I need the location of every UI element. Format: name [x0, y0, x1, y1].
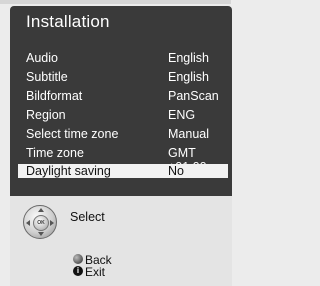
select-hint: Select: [70, 210, 105, 224]
menu-row-label: Daylight saving: [26, 164, 111, 178]
top-tab-strip: [0, 0, 231, 4]
menu-row-label: Subtitle: [26, 70, 68, 84]
menu-row-label: Select time zone: [26, 127, 119, 141]
ok-button-icon: OK: [33, 215, 49, 231]
menu-row-daylight-saving[interactable]: Daylight saving No: [18, 164, 228, 178]
menu-row-audio[interactable]: Audio English: [18, 50, 228, 68]
menu-row-region[interactable]: Region ENG: [18, 107, 228, 125]
menu-row-label: Time zone: [26, 146, 84, 160]
menu-title: Installation: [26, 12, 110, 31]
menu-row-label: Region: [26, 108, 66, 122]
menu-row-label: Audio: [26, 51, 58, 65]
menu-row-value: English: [168, 51, 209, 65]
arrow-left-icon: [26, 220, 30, 226]
info-exit-icon: i: [73, 266, 83, 276]
menu-row-bildformat[interactable]: Bildformat PanScan: [18, 88, 228, 106]
arrow-right-icon: [50, 220, 54, 226]
exit-hint-label: Exit: [85, 265, 106, 279]
tv-settings-screen: Installation Audio English Subtitle Engl…: [0, 0, 259, 286]
menu-row-value: English: [168, 70, 209, 84]
back-button-icon: [73, 254, 83, 264]
installation-menu: Installation Audio English Subtitle Engl…: [10, 6, 232, 196]
menu-row-value: No: [168, 164, 184, 178]
arrow-up-icon: [38, 208, 44, 212]
menu-row-subtitle[interactable]: Subtitle English: [18, 69, 228, 87]
menu-row-label: Bildformat: [26, 89, 83, 103]
menu-row-time-zone[interactable]: Time zone GMT +01:00: [18, 145, 228, 174]
menu-row-value: PanScan: [168, 89, 219, 103]
menu-row-value: Manual: [168, 127, 209, 141]
help-panel: OK Select Back i Exit: [10, 196, 232, 286]
arrow-down-icon: [38, 232, 44, 236]
navigation-ring-icon: OK: [23, 205, 57, 239]
menu-row-value: ENG: [168, 108, 196, 122]
menu-row-select-time-zone[interactable]: Select time zone Manual: [18, 126, 228, 144]
